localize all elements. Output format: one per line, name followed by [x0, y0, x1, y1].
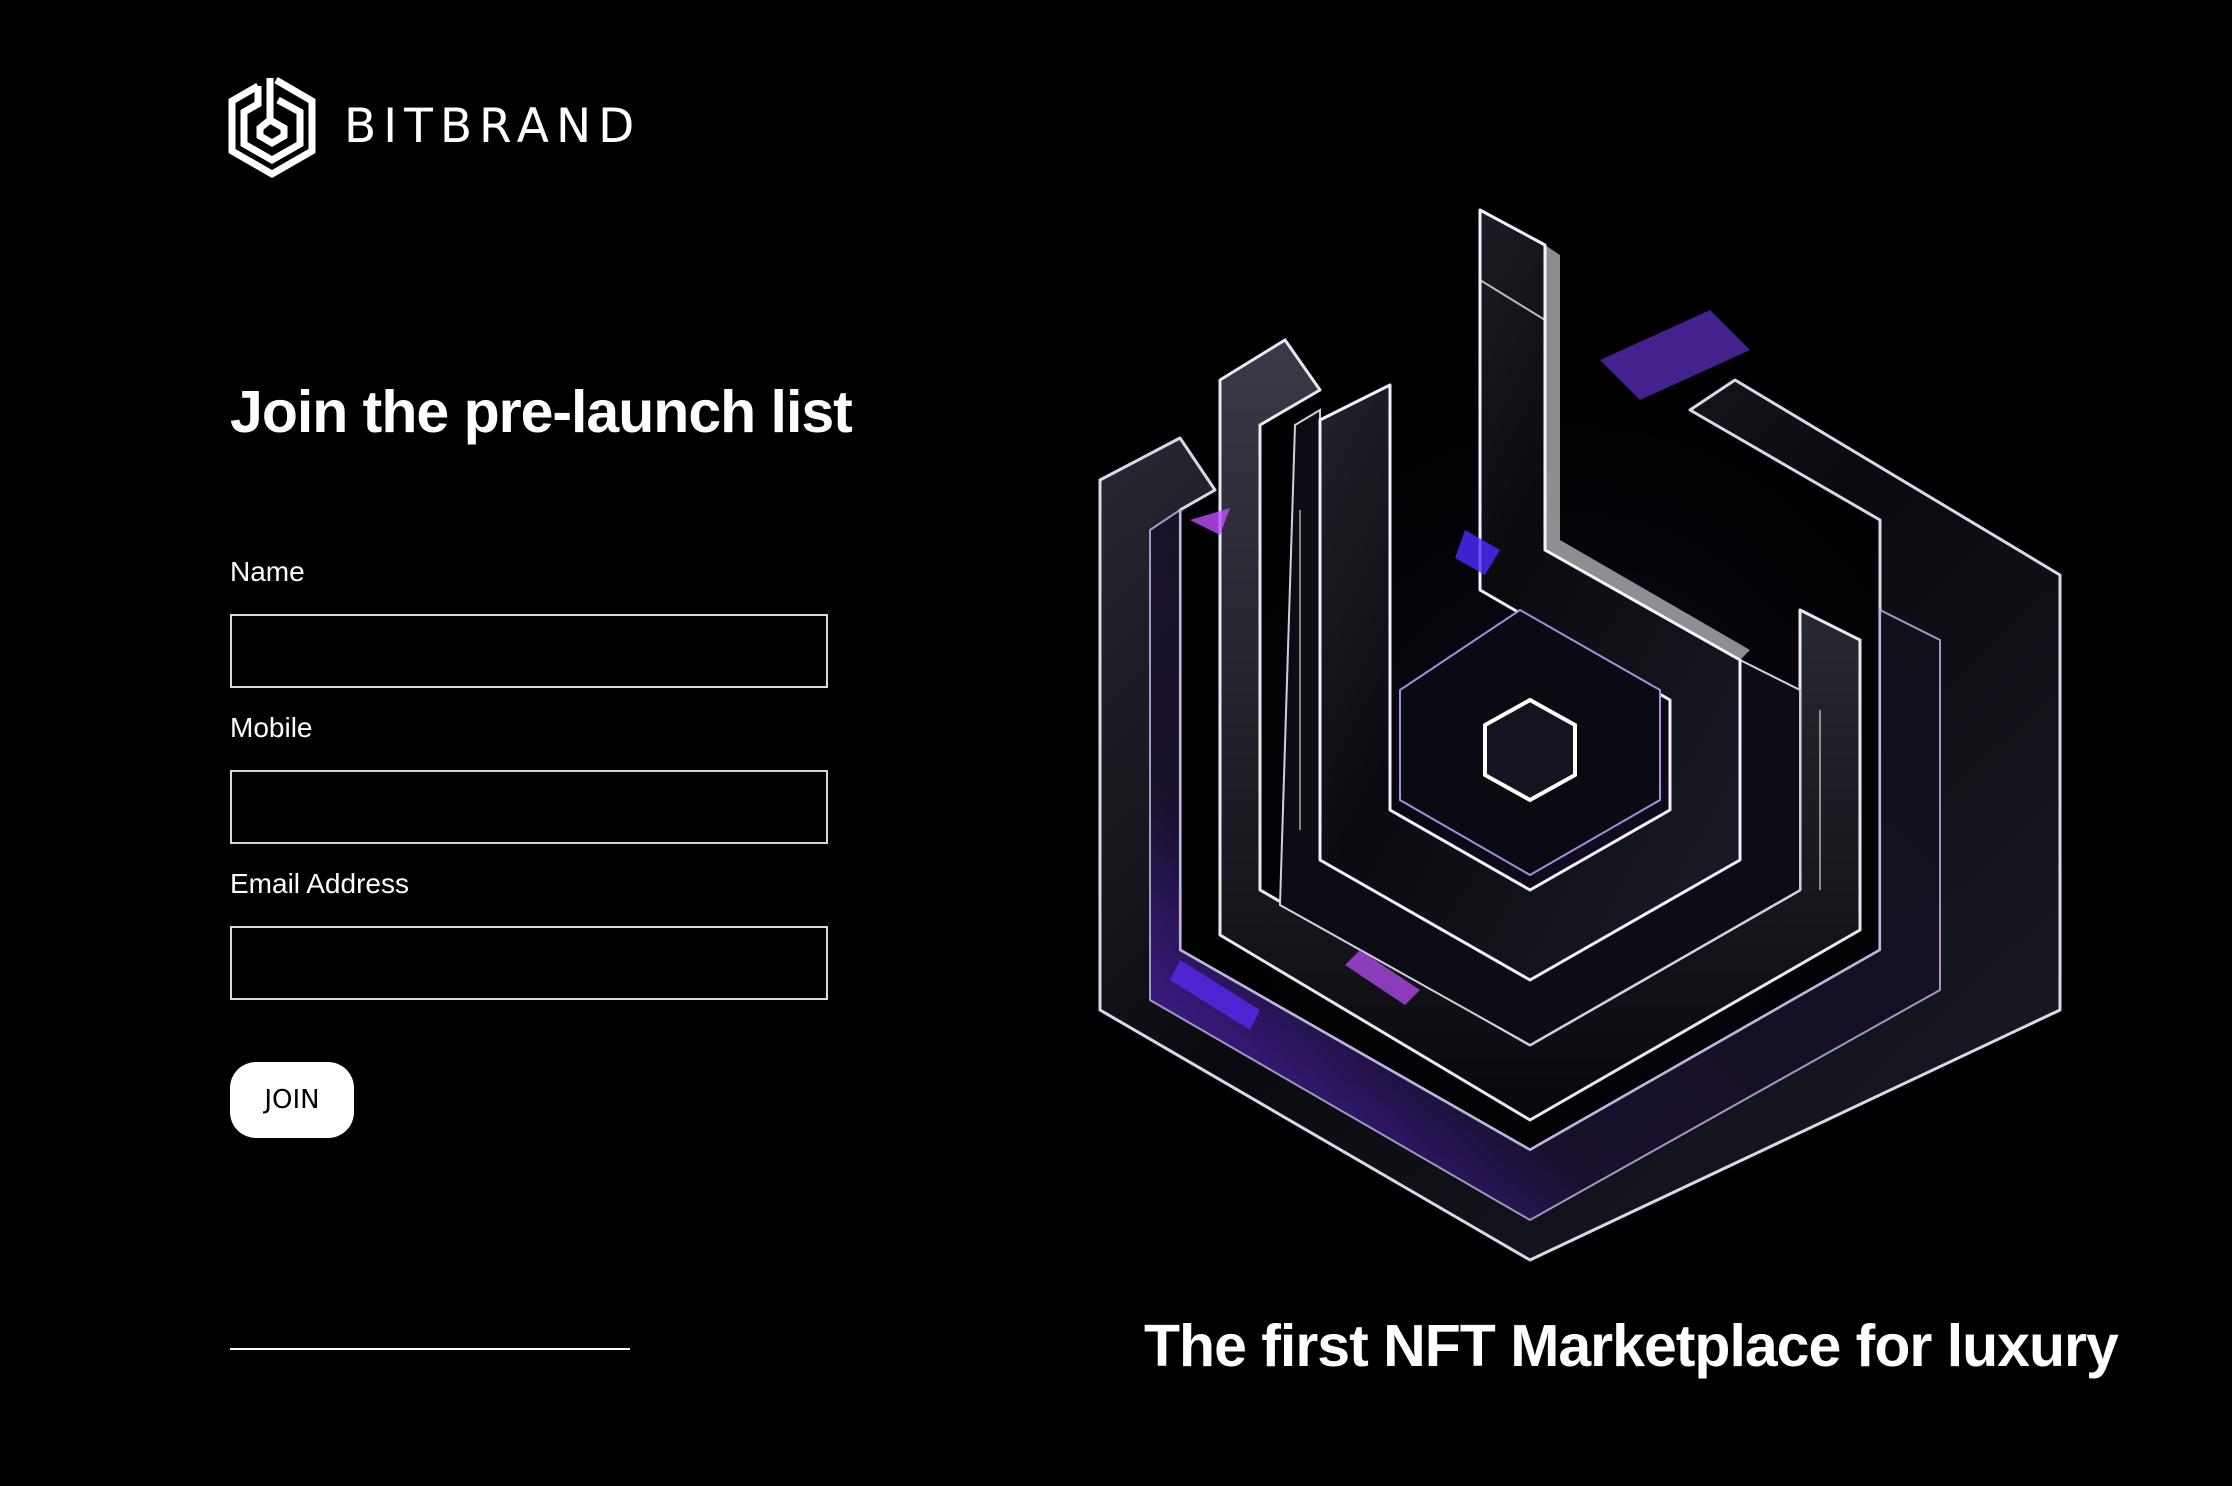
hexagon-b-logo-icon: [228, 76, 316, 178]
brand-logo[interactable]: BITBRAND: [228, 74, 641, 178]
name-label: Name: [230, 556, 305, 587]
brand-name: BITBRAND: [344, 98, 642, 154]
join-button[interactable]: JOIN: [230, 1062, 354, 1138]
mobile-input[interactable]: [230, 770, 828, 844]
divider: [230, 1348, 630, 1350]
tagline: The first NFT Marketplace for luxury: [1144, 1313, 2119, 1379]
crystal-hexagon-b-logo-icon: [1098, 208, 2062, 1262]
form-title: Join the pre-launch list: [230, 379, 853, 445]
name-input[interactable]: [230, 614, 828, 688]
mobile-label: Mobile: [230, 712, 313, 743]
email-label: Email Address: [230, 868, 409, 899]
email-input[interactable]: [230, 926, 828, 1000]
